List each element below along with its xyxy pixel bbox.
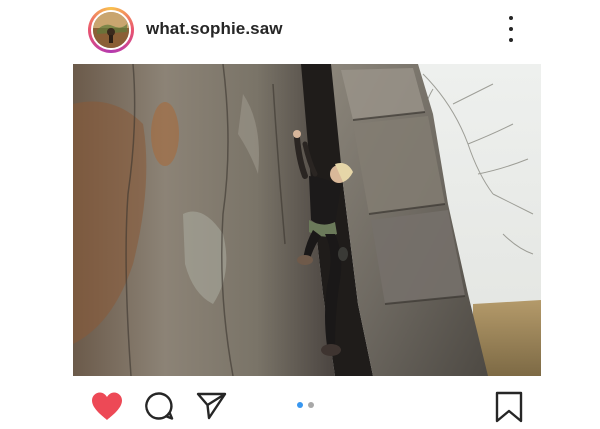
bookmark-icon — [495, 391, 523, 423]
more-options-icon[interactable] — [500, 16, 522, 42]
comment-button[interactable] — [144, 391, 176, 421]
post-actions — [0, 376, 600, 429]
share-button[interactable] — [196, 391, 228, 421]
send-icon — [196, 392, 227, 420]
like-button[interactable] — [90, 391, 122, 421]
avatar[interactable] — [91, 10, 131, 50]
carousel-dot-1 — [297, 402, 303, 408]
carousel-indicator — [297, 402, 314, 408]
story-ring[interactable] — [88, 7, 134, 53]
username[interactable]: what.sophie.saw — [146, 19, 283, 39]
carousel-dot-2 — [308, 402, 314, 408]
post-image[interactable] — [73, 64, 541, 376]
save-button[interactable] — [494, 391, 526, 423]
post-header: what.sophie.saw — [0, 0, 600, 64]
heart-icon — [92, 392, 122, 420]
comment-icon — [145, 392, 174, 420]
